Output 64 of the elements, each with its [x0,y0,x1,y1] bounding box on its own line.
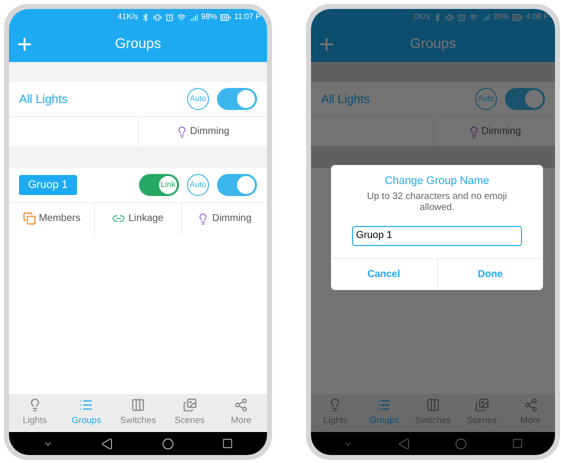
tab[interactable]: Lights [9,394,61,432]
signal-icon [189,12,198,22]
dialog-message: Up to 32 characters and no emoji allowed. [366,190,508,212]
action-button[interactable]: Members [9,203,96,234]
alarm-icon [165,12,174,22]
back-icon[interactable] [101,438,114,450]
toggle-switch[interactable] [217,88,257,110]
group-name[interactable]: All Lights [321,90,467,108]
wifi-icon [177,12,186,22]
tab[interactable]: Groups [60,394,112,432]
dimming-button[interactable]: Dimming [138,117,267,146]
battery-percent: 98% [201,11,218,23]
lightbulb-icon [468,126,480,138]
add-button[interactable]: + [311,30,351,56]
list-icon [377,398,392,412]
auto-button[interactable]: Auto [475,88,497,110]
add-button[interactable]: + [9,30,49,56]
signal-icon [480,12,490,22]
tab[interactable]: Switches [112,394,164,432]
alarm-icon [456,12,466,22]
toggle-switch[interactable] [217,174,257,196]
battery-icon [220,12,232,22]
columns-icon [130,398,145,412]
action-button[interactable]: Linkage [95,203,182,234]
list-icon [79,398,94,412]
name-input-field[interactable]: Gruop 1 [352,226,522,246]
home-icon[interactable] [162,438,174,450]
group-name[interactable]: All Lights [19,90,179,108]
auto-button[interactable]: Auto [187,88,209,110]
vibrate-icon [153,12,162,22]
network-speed: 0K/s [414,11,430,23]
recents-icon[interactable] [222,438,233,449]
pictures-icon [182,398,197,412]
link-label: Link [160,179,176,191]
dimming-button[interactable]: Dimming [434,117,555,146]
overlapping-squares-icon [22,212,36,225]
battery-percent: 35% [492,11,509,23]
wifi-icon [468,12,478,22]
dialog-button[interactable]: Cancel [331,258,438,290]
dialog-title: Change Group Name [384,174,490,189]
action-button[interactable]: Dimming [182,203,267,234]
bluetooth-icon [141,12,150,22]
tab[interactable]: More [215,394,267,432]
tab[interactable]: Scenes [164,394,216,432]
header-title: Groups [409,34,457,53]
auto-button[interactable]: Auto [187,174,209,196]
toggle-switch[interactable] [505,88,545,110]
dialog-button[interactable]: Done [438,258,543,290]
header-title: Groups [114,34,162,53]
network-speed: 41K/s [118,11,138,23]
lightbulb-icon [197,212,210,224]
vibrate-icon [444,12,454,22]
columns-icon [426,398,440,412]
pictures-icon [474,398,489,412]
toggle-switch[interactable]: Link [139,174,179,196]
group-name-tag[interactable]: Gruop 1 [19,174,77,196]
clock: 11:07 P [234,11,261,23]
lightbulb-icon [176,126,188,138]
clock: 4:08 P [526,11,549,23]
share-icon [524,398,538,412]
battery-icon [512,12,523,22]
bluetooth-icon [432,12,442,22]
tab[interactable]: Groups [360,394,409,432]
share-icon [234,398,248,412]
